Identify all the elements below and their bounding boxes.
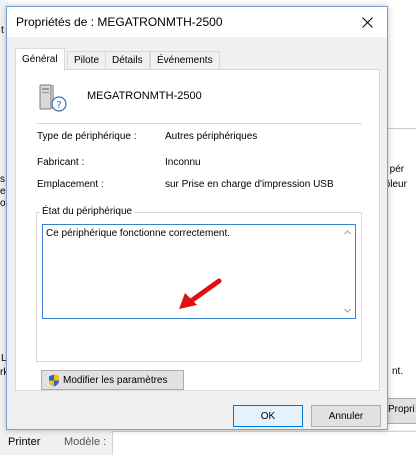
change-settings-label: Modifier les paramètres xyxy=(63,374,168,386)
scroll-up-icon[interactable] xyxy=(343,228,352,237)
general-tab-panel: ? MEGATRONMTH-2500 Type de périphérique … xyxy=(15,69,380,391)
tab-driver[interactable]: Pilote xyxy=(67,51,107,70)
svg-text:?: ? xyxy=(56,100,61,111)
background-printer-row: Printer Modèle : xyxy=(0,430,416,455)
scroll-down-icon[interactable] xyxy=(343,306,352,315)
background-text-fragment: s xyxy=(0,174,5,185)
uac-shield-icon xyxy=(49,374,59,386)
dialog-titlebar[interactable]: Propriétés de : MEGATRONMTH-2500 xyxy=(7,7,387,37)
device-properties-dialog: Propriétés de : MEGATRONMTH-2500 Général… xyxy=(6,6,388,430)
printer-label: Printer xyxy=(8,436,41,448)
device-name: MEGATRONMTH-2500 xyxy=(87,90,202,102)
tab-general[interactable]: Général xyxy=(15,48,65,71)
manufacturer-label: Fabricant : xyxy=(37,157,85,168)
model-field[interactable] xyxy=(112,431,416,455)
device-status-text: Ce périphérique fonctionne correctement. xyxy=(46,228,230,239)
tab-events[interactable]: Événements xyxy=(150,51,220,70)
device-type-label: Type de périphérique : xyxy=(37,131,137,142)
close-icon xyxy=(361,16,373,28)
background-text-fragment: nt. xyxy=(392,366,404,377)
dialog-title: Propriétés de : MEGATRONMTH-2500 xyxy=(16,15,223,29)
location-label: Emplacement : xyxy=(37,179,104,190)
manufacturer-value: Inconnu xyxy=(165,157,201,168)
model-label: Modèle : xyxy=(64,436,107,448)
device-status-title: État du périphérique xyxy=(40,206,135,217)
background-text-fragment: e xyxy=(0,186,6,197)
tab-details[interactable]: Détails xyxy=(105,51,150,70)
device-type-value: Autres périphériques xyxy=(165,131,258,142)
ok-button[interactable]: OK xyxy=(233,405,303,427)
close-button[interactable] xyxy=(347,7,387,37)
location-value: sur Prise en charge d'impression USB xyxy=(165,179,334,190)
cancel-button[interactable]: Annuler xyxy=(311,405,381,427)
red-arrow-annotation xyxy=(179,278,222,309)
device-unknown-icon: ? xyxy=(39,84,67,112)
separator xyxy=(36,123,362,124)
background-text-fragment: t xyxy=(1,25,4,36)
change-settings-button[interactable]: Modifier les paramètres xyxy=(41,370,184,390)
